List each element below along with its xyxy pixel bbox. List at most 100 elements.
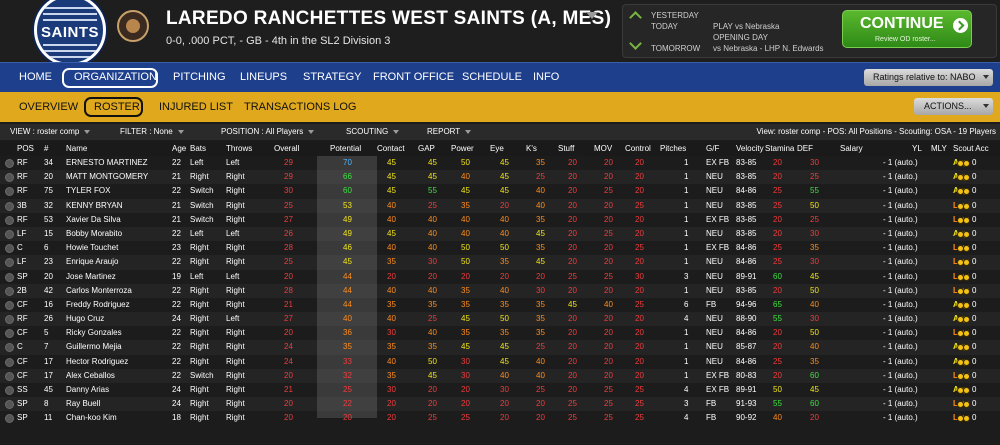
column-header-velocity[interactable]: Velocity [736,144,764,153]
column-header-salary[interactable]: Salary [840,144,863,153]
position-filter[interactable]: POSITION : All Players [221,127,315,136]
column-header-stamina[interactable]: Stamina [765,144,794,153]
column-header-potential[interactable]: Potential [330,144,361,153]
actions-button[interactable]: ACTIONS... [914,98,993,115]
table-row[interactable]: RF 26 Hugo Cruz 24 Right Left 27 40 40 25 45 50 35 20… [0,312,1000,326]
cell-name[interactable]: Hugo Cruz [66,314,104,323]
cell-name[interactable]: Ray Buell [66,399,100,408]
table-row[interactable]: RF 53 Xavier Da Silva 21 Switch Right 27 49 40 40… [0,213,1000,227]
row-select-radio[interactable] [5,329,14,339]
column-header-eye[interactable]: Eye [490,144,504,153]
report-filter[interactable]: REPORT [427,127,472,136]
column-header-ks[interactable]: K's [526,144,537,153]
cell-name[interactable]: MATT MONTGOMERY [66,172,148,181]
cell-name[interactable]: Freddy Rodriguez [66,300,130,309]
nav-home[interactable]: HOME [19,71,52,83]
column-header-mly[interactable]: MLY [931,144,947,153]
table-row[interactable]: SP 20 Jose Martinez 19 Left Left 20 44 20 20 20 20 2… [0,270,1000,284]
column-header-yl[interactable]: YL [912,144,922,153]
row-select-radio[interactable] [5,244,14,254]
table-row[interactable]: CF 17 Hector Rodriguez 22 Right Right 24 33 40 50… [0,355,1000,369]
cell-name[interactable]: Alex Ceballos [66,371,115,380]
table-row[interactable]: CF 17 Alex Ceballos 22 Switch Right 20 32 35 45 30… [0,369,1000,383]
nav-organization[interactable]: ORGANIZATION [74,71,157,83]
row-select-radio[interactable] [5,357,14,367]
row-select-radio[interactable] [5,414,14,424]
chevron-up-icon[interactable] [629,11,642,24]
tab-overview[interactable]: OVERVIEW [19,101,78,113]
column-header-power[interactable]: Power [451,144,474,153]
column-header-throws[interactable]: Throws [226,144,252,153]
cell-name[interactable]: Ricky Gonzales [66,328,122,337]
row-select-radio[interactable] [5,159,14,168]
row-select-radio[interactable] [5,343,14,353]
column-header-mov[interactable]: MOV [594,144,612,153]
nav-lineups[interactable]: LINEUPS [240,71,287,83]
table-row[interactable]: C 7 Guillermo Mejia 22 Right Right 24 35 35 35 45 4… [0,340,1000,354]
table-row[interactable]: 3B 32 KENNY BRYAN 21 Switch Right 25 53 40 25 35 20… [0,199,1000,213]
column-header-age[interactable]: Age [172,144,186,153]
cell-name[interactable]: KENNY BRYAN [66,201,122,210]
team-dropdown-icon[interactable] [586,12,598,19]
row-select-radio[interactable] [5,286,14,296]
row-select-radio[interactable] [5,272,14,282]
row-select-radio[interactable] [5,400,14,410]
nav-schedule[interactable]: SCHEDULE [462,71,522,83]
table-row[interactable]: LF 15 Bobby Morabito 22 Left Left 26 49 45 40 40 40… [0,227,1000,241]
table-row[interactable]: SP 8 Ray Buell 24 Right Right 20 22 20 20 20 20 20 25… [0,397,1000,411]
cell-name[interactable]: Danny Arias [66,385,109,394]
column-header-scout-acc[interactable]: Scout Acc [953,144,989,153]
tab-roster[interactable]: ROSTER [94,101,140,113]
tab-transactions-log[interactable]: TRANSACTIONS LOG [244,101,356,113]
scouting-filter[interactable]: SCOUTING [346,127,400,136]
nav-strategy[interactable]: STRATEGY [303,71,361,83]
row-select-radio[interactable] [5,300,14,310]
column-header-stuff[interactable]: Stuff [558,144,574,153]
cell-name[interactable]: Xavier Da Silva [66,215,121,224]
table-row[interactable]: LF 23 Enrique Araujo 22 Right Right 25 45 35 30 50… [0,255,1000,269]
row-select-radio[interactable] [5,229,14,239]
column-header-pos[interactable]: POS [17,144,34,153]
table-row[interactable]: CF 16 Freddy Rodriguez 22 Right Right 21 44 35 35… [0,298,1000,312]
cell-name[interactable]: Jose Martinez [66,272,116,281]
table-row[interactable]: RF 75 TYLER FOX 22 Switch Right 30 60 45 55 45 45 40… [0,184,1000,198]
row-select-radio[interactable] [5,187,14,197]
cell-name[interactable]: Bobby Morabito [66,229,122,238]
column-header-gf[interactable]: G/F [706,144,719,153]
table-row[interactable]: RF 20 MATT MONTGOMERY 21 Right Right 29 66 45 45 4… [0,170,1000,184]
cell-name[interactable]: Chan-koo Kim [66,413,117,422]
column-header-name[interactable]: Name [66,144,87,153]
column-header-gap[interactable]: GAP [418,144,435,153]
row-select-radio[interactable] [5,386,14,395]
cell-name[interactable]: Enrique Araujo [66,257,118,266]
row-select-radio[interactable] [5,215,14,225]
cell-name[interactable]: Carlos Monterroza [66,286,132,295]
row-select-radio[interactable] [5,201,14,211]
column-header-def[interactable]: DEF [797,144,813,153]
view-filter[interactable]: VIEW : roster comp [10,127,91,136]
cell-name[interactable]: Guillermo Mejia [66,342,122,351]
column-header-pitches[interactable]: Pitches [660,144,686,153]
column-header-num[interactable]: # [44,144,48,153]
column-header-overall[interactable]: Overall [274,144,299,153]
row-select-radio[interactable] [5,173,14,183]
cell-name[interactable]: Hector Rodriguez [66,357,128,366]
table-row[interactable]: RF 34 ERNESTO MARTINEZ 22 Left Left 29 70 45 45 50… [0,156,1000,170]
table-row[interactable]: 2B 42 Carlos Monterroza 22 Right Right 28 44 40 4… [0,284,1000,298]
filter-filter[interactable]: FILTER : None [120,127,184,136]
cell-name[interactable]: ERNESTO MARTINEZ [66,158,148,167]
team-title[interactable]: LAREDO RANCHETTES WEST SAINTS (A, MES) [166,8,611,30]
ratings-relative-select[interactable]: Ratings relative to: NABO [864,69,993,86]
table-row[interactable]: SS 45 Danny Arias 24 Right Right 21 25 30 20 20 30 2… [0,383,1000,397]
table-row[interactable]: C 6 Howie Touchet 23 Right Right 28 46 40 40 50 50 3… [0,241,1000,255]
cell-name[interactable]: TYLER FOX [66,186,110,195]
nav-front-office[interactable]: FRONT OFFICE [373,71,454,83]
continue-button[interactable]: CONTINUE Review OD roster... [842,10,972,48]
row-select-radio[interactable] [5,371,14,381]
nav-pitching[interactable]: PITCHING [173,71,226,83]
nav-info[interactable]: INFO [533,71,559,83]
column-header-contact[interactable]: Contact [377,144,405,153]
tab-injured-list[interactable]: INJURED LIST [159,101,233,113]
cell-name[interactable]: Howie Touchet [66,243,118,252]
table-row[interactable]: CF 5 Ricky Gonzales 22 Right Right 20 36 30 40 35 3… [0,326,1000,340]
